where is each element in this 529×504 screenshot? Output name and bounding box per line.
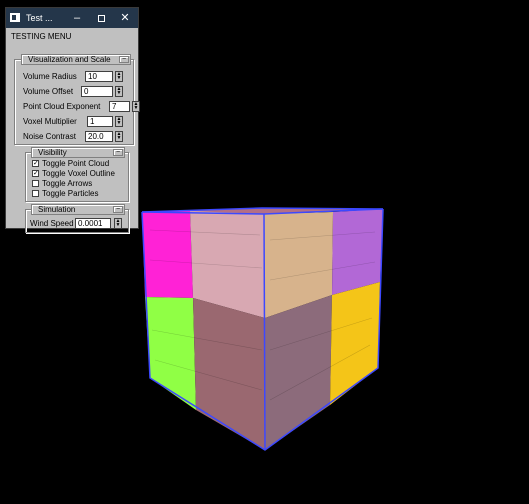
maximize-icon (97, 14, 105, 22)
window-titlebar[interactable]: Test ... – ✕ (6, 8, 138, 28)
menu-label: TESTING MENU (11, 32, 72, 41)
app-icon (10, 13, 20, 22)
cube-left-cell (142, 211, 193, 298)
field-label: Volume Radius (23, 72, 77, 81)
cube-right-cell (332, 209, 383, 295)
checkbox-checked-icon[interactable]: ✓ (32, 160, 39, 167)
checkbox-label: Toggle Point Cloud (42, 159, 110, 168)
panel-title: Visibility (38, 148, 67, 157)
field-label: Noise Contrast (23, 132, 76, 141)
close-icon: ✕ (120, 12, 130, 24)
volume-offset-input[interactable] (81, 86, 113, 97)
collapse-icon[interactable]: − (113, 149, 123, 156)
visualization-panel-header[interactable]: Visualization and Scale − (21, 54, 131, 65)
panel-title: Simulation (38, 205, 76, 214)
cube-right-cell (330, 282, 380, 405)
spinner-icon[interactable]: ▲ ▼ (115, 131, 123, 142)
wind-speed-input[interactable] (75, 218, 111, 229)
checkbox-label: Toggle Particles (42, 189, 99, 198)
collapse-icon[interactable]: − (113, 206, 123, 213)
spinner-icon[interactable]: ▲ ▼ (114, 218, 122, 229)
voxel-multiplier-input[interactable] (87, 116, 113, 127)
checkbox-unchecked-icon[interactable] (32, 180, 39, 187)
checkbox-label: Toggle Voxel Outline (42, 169, 115, 178)
visibility-panel-header[interactable]: Visibility − (31, 147, 125, 158)
maximize-button[interactable] (94, 11, 108, 25)
visibility-panel: Visibility − ✓ Toggle Point Cloud ✓ Togg… (25, 147, 129, 202)
checkbox-checked-icon[interactable]: ✓ (32, 170, 39, 177)
point-cloud-exponent-input[interactable] (109, 101, 130, 112)
field-label: Volume Offset (23, 87, 74, 96)
visualization-panel: Visualization and Scale − Volume Radius … (14, 54, 140, 145)
panel-title: Visualization and Scale (28, 55, 111, 64)
collapse-icon[interactable]: − (119, 56, 129, 63)
spinner-icon[interactable]: ▲ ▼ (115, 116, 123, 127)
checkbox-label: Toggle Arrows (42, 179, 93, 188)
cube-left-cell (145, 297, 196, 410)
glui-window[interactable]: Test ... – ✕ TESTING MENU Visualization … (5, 7, 140, 233)
cube-right-cell (265, 295, 332, 450)
close-button[interactable]: ✕ (118, 11, 132, 25)
volume-radius-input[interactable] (85, 71, 113, 82)
spinner-icon[interactable]: ▲ ▼ (132, 101, 140, 112)
field-label: Point Cloud Exponent (23, 102, 101, 111)
field-label: Wind Speed (30, 219, 74, 228)
minimize-icon: – (73, 12, 81, 24)
spinner-icon[interactable]: ▲ ▼ (115, 86, 123, 97)
checkbox-unchecked-icon[interactable] (32, 190, 39, 197)
window-title: Test ... (26, 13, 53, 23)
simulation-panel: Simulation − Wind Speed ▲▼ (25, 204, 129, 233)
minimize-button[interactable]: – (70, 11, 84, 25)
spinner-icon[interactable]: ▲ ▼ (115, 71, 123, 82)
simulation-panel-header[interactable]: Simulation − (31, 204, 125, 215)
noise-contrast-input[interactable] (85, 131, 113, 142)
field-label: Voxel Multiplier (23, 117, 77, 126)
